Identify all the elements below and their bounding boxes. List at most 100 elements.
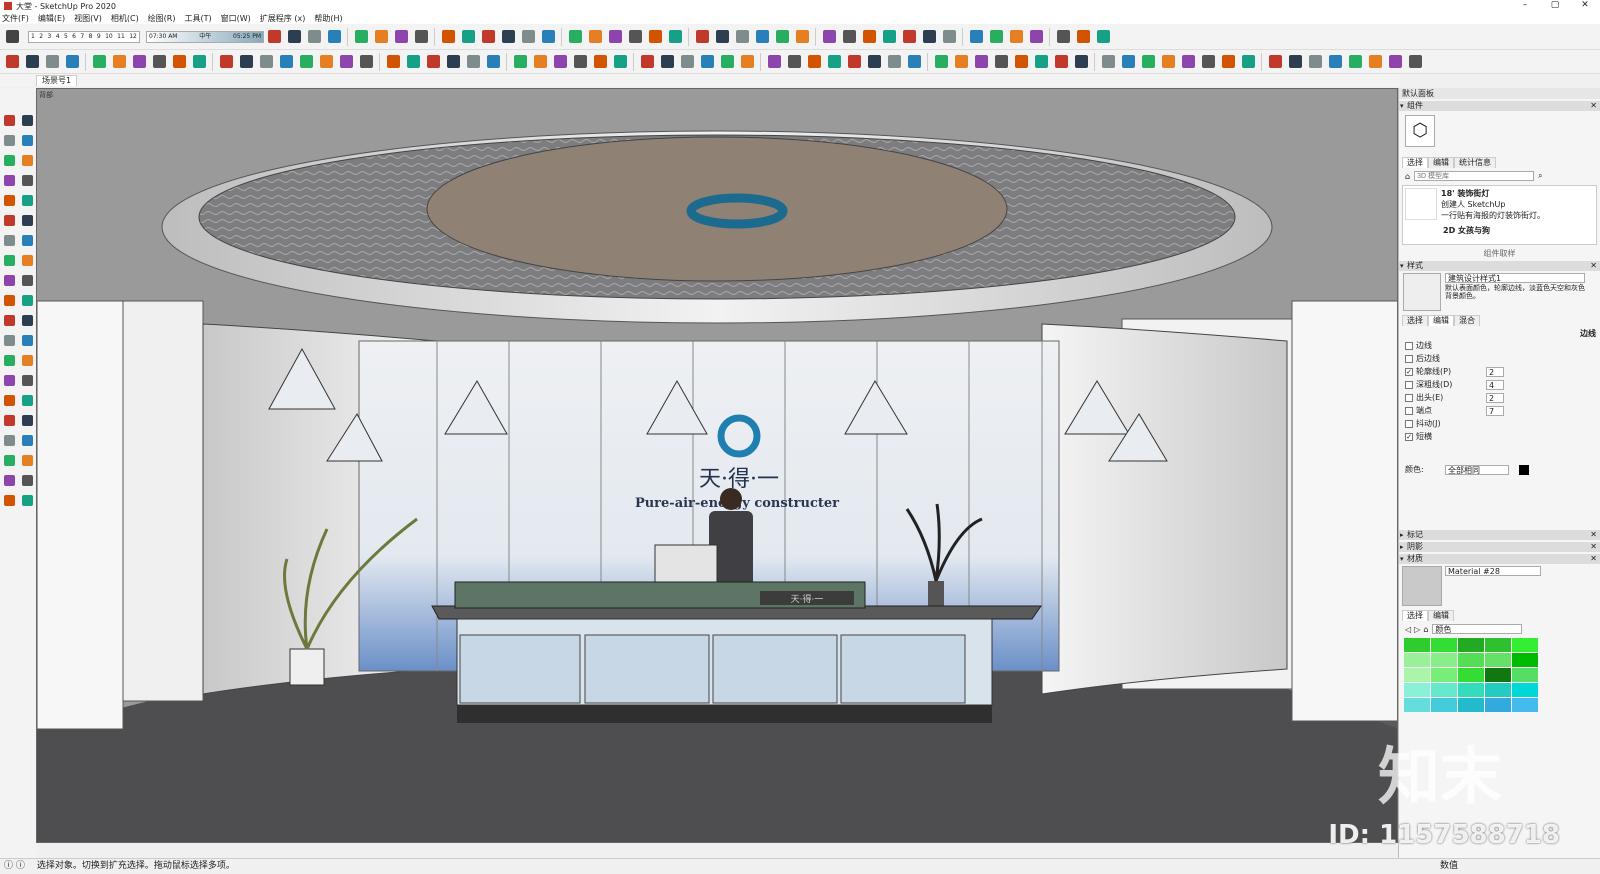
tool-icon[interactable] <box>19 412 35 428</box>
tool-icon[interactable] <box>19 292 35 308</box>
tool-icon[interactable] <box>1 352 17 368</box>
info-icon[interactable]: ⓘ ⓘ <box>4 859 34 874</box>
tool-icon[interactable] <box>932 53 950 71</box>
tool-icon[interactable] <box>845 53 863 71</box>
paint-icon[interactable] <box>3 28 21 46</box>
tool-icon[interactable] <box>1 392 17 408</box>
tool-icon[interactable] <box>19 392 35 408</box>
back-arrow-icon[interactable]: ◁ <box>1405 625 1411 634</box>
tool-icon[interactable] <box>646 28 664 46</box>
tool-icon[interactable] <box>1219 53 1237 71</box>
tool-icon[interactable] <box>1 492 17 508</box>
tool-icon[interactable] <box>23 53 41 71</box>
tool-icon[interactable] <box>1 372 17 388</box>
close-icon[interactable]: ✕ <box>1590 101 1597 111</box>
tool-icon[interactable] <box>1 272 17 288</box>
list-item[interactable]: 2D 女孩与狗 <box>1403 223 1596 236</box>
tool-icon[interactable] <box>1 432 17 448</box>
tool-icon[interactable] <box>170 53 188 71</box>
tab-edit[interactable]: 编辑 <box>1428 157 1454 168</box>
tool-icon[interactable] <box>1012 53 1030 71</box>
close-button[interactable]: ✕ <box>1570 0 1600 10</box>
tool-icon[interactable] <box>19 252 35 268</box>
tool-icon[interactable] <box>277 53 295 71</box>
tool-icon[interactable] <box>586 28 604 46</box>
tool-icon[interactable] <box>19 492 35 508</box>
tool-icon[interactable] <box>678 53 696 71</box>
tool-icon[interactable] <box>626 28 644 46</box>
tool-icon[interactable] <box>967 28 985 46</box>
checkbox[interactable] <box>1405 341 1413 350</box>
tool-icon[interactable] <box>1386 53 1404 71</box>
tool-icon[interactable] <box>765 53 783 71</box>
tool-icon[interactable] <box>317 53 335 71</box>
menu-view[interactable]: 视图(V) <box>74 13 102 24</box>
material-swatch[interactable] <box>1458 668 1484 682</box>
tab-select[interactable]: 选择 <box>1402 315 1428 326</box>
components-panel-header[interactable]: 组件 ✕ <box>1399 101 1600 111</box>
style-name-field[interactable]: 建筑设计样式1 <box>1445 273 1585 283</box>
tool-icon[interactable] <box>150 53 168 71</box>
tool-icon[interactable] <box>825 53 843 71</box>
tool-icon[interactable] <box>484 53 502 71</box>
tool-icon[interactable] <box>1406 53 1424 71</box>
menu-edit[interactable]: 编辑(E) <box>38 13 65 24</box>
tool-icon[interactable] <box>1007 28 1025 46</box>
material-swatch[interactable] <box>1512 653 1538 667</box>
tool-icon[interactable] <box>1326 53 1344 71</box>
tool-icon[interactable] <box>424 53 442 71</box>
material-swatch[interactable] <box>1404 668 1430 682</box>
tool-icon[interactable] <box>404 53 422 71</box>
tool-icon[interactable] <box>439 28 457 46</box>
tool-icon[interactable] <box>987 28 1005 46</box>
material-swatch[interactable] <box>1431 698 1457 712</box>
tool-icon[interactable] <box>900 28 918 46</box>
tool-icon[interactable] <box>19 472 35 488</box>
tool-icon[interactable] <box>19 112 35 128</box>
material-swatch[interactable] <box>1512 683 1538 697</box>
tool-icon[interactable] <box>1 132 17 148</box>
checkbox[interactable]: ✓ <box>1405 367 1413 376</box>
tool-icon[interactable] <box>384 53 402 71</box>
tool-icon[interactable] <box>444 53 462 71</box>
material-swatch[interactable] <box>1458 698 1484 712</box>
tool-icon[interactable] <box>392 28 410 46</box>
material-swatch[interactable] <box>1512 698 1538 712</box>
material-swatch[interactable] <box>1404 698 1430 712</box>
tool-icon[interactable] <box>1054 28 1072 46</box>
edge-option-value[interactable]: 2 <box>1486 366 1504 377</box>
maximize-button[interactable]: ▢ <box>1540 0 1570 10</box>
tab-statistics[interactable]: 统计信息 <box>1454 157 1496 168</box>
tool-icon[interactable] <box>531 53 549 71</box>
edge-color-swatch[interactable] <box>1519 464 1529 475</box>
tool-icon[interactable] <box>718 53 736 71</box>
material-swatch[interactable] <box>1485 638 1511 652</box>
tool-icon[interactable] <box>1 192 17 208</box>
tool-icon[interactable] <box>19 132 35 148</box>
styles-panel-header[interactable]: 样式 ✕ <box>1399 261 1600 271</box>
month-slider[interactable]: 1 2 3 4 5 6 7 8 9 10 11 12 <box>28 30 140 43</box>
checkbox[interactable] <box>1405 419 1413 428</box>
tool-icon[interactable] <box>820 28 838 46</box>
tool-icon[interactable] <box>1 212 17 228</box>
tool-icon[interactable] <box>305 28 323 46</box>
tool-icon[interactable] <box>110 53 128 71</box>
tool-icon[interactable] <box>1 112 17 128</box>
tool-icon[interactable] <box>1099 53 1117 71</box>
tool-icon[interactable] <box>885 53 903 71</box>
tool-icon[interactable] <box>1094 28 1112 46</box>
tool-icon[interactable] <box>539 28 557 46</box>
tool-icon[interactable] <box>793 28 811 46</box>
material-swatch[interactable] <box>1431 653 1457 667</box>
tool-icon[interactable] <box>1139 53 1157 71</box>
tool-icon[interactable] <box>257 53 275 71</box>
tool-icon[interactable] <box>63 53 81 71</box>
tool-icon[interactable] <box>217 53 235 71</box>
tool-icon[interactable] <box>19 272 35 288</box>
tool-icon[interactable] <box>733 28 751 46</box>
tab-mix[interactable]: 混合 <box>1454 315 1480 326</box>
tab-select[interactable]: 选择 <box>1402 157 1428 168</box>
tool-icon[interactable] <box>499 28 517 46</box>
material-swatch[interactable] <box>1512 638 1538 652</box>
menu-extensions[interactable]: 扩展程序 (x) <box>260 13 306 24</box>
